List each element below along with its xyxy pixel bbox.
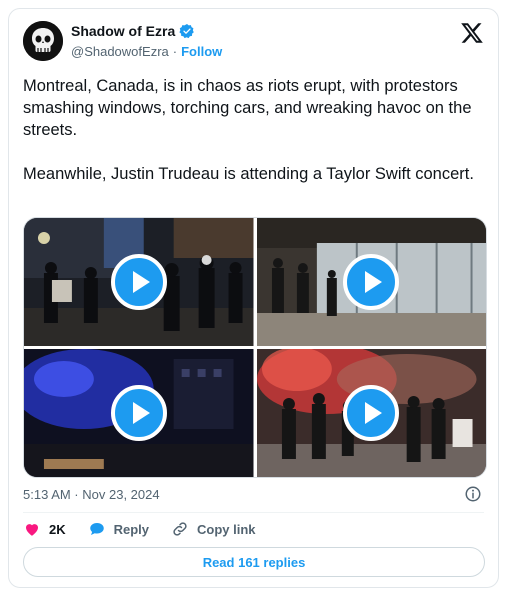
heart-icon (26, 524, 38, 536)
author-handle[interactable]: @ShadowofEzra (71, 44, 169, 59)
tweet-paragraph-2: Meanwhile, Justin Trudeau is attending a… (23, 165, 474, 183)
skull-logo-icon (23, 21, 63, 61)
reply-bubble-icon (89, 523, 104, 535)
x-logo-icon[interactable] (460, 21, 484, 45)
play-icon (365, 271, 383, 293)
separator-dot: · (172, 44, 178, 59)
avatar[interactable] (23, 21, 63, 61)
handle-row: @ShadowofEzra · Follow (71, 44, 222, 59)
action-bar: 2K Reply Copy link (23, 520, 256, 538)
read-replies-button[interactable]: Read 161 replies (23, 547, 485, 577)
video-thumbnail-3[interactable] (24, 349, 254, 477)
copy-link-label: Copy link (197, 521, 256, 537)
play-icon (365, 402, 383, 424)
timestamp[interactable]: 5:13 AM · Nov 23, 2024 (23, 487, 160, 502)
play-button-3[interactable] (110, 385, 167, 441)
link-icon (173, 522, 187, 536)
play-button-4[interactable] (343, 385, 400, 441)
tweet-card: Shadow of Ezra @ShadowofEzra · Follow Mo… (8, 8, 499, 588)
play-button-1[interactable] (110, 254, 167, 310)
video-thumbnail-1[interactable] (24, 218, 254, 346)
divider (23, 512, 484, 513)
author-name[interactable]: Shadow of Ezra (71, 23, 175, 39)
video-thumbnail-2[interactable] (256, 218, 486, 346)
tweet-text: Montreal, Canada, is in chaos as riots e… (23, 75, 483, 207)
reply-label: Reply (113, 521, 150, 537)
reply-button[interactable]: Reply (88, 520, 149, 538)
copy-link-button[interactable]: Copy link (171, 520, 256, 538)
like-count: 2K (49, 521, 66, 537)
video-thumbnail-4[interactable] (256, 349, 486, 477)
name-row: Shadow of Ezra (71, 23, 222, 39)
info-icon[interactable] (464, 485, 482, 503)
play-icon (132, 271, 150, 293)
media-grid (23, 217, 487, 478)
author-block: Shadow of Ezra @ShadowofEzra · Follow (71, 23, 222, 59)
play-button-2[interactable] (343, 254, 400, 310)
play-icon (132, 402, 150, 424)
tweet-paragraph-1: Montreal, Canada, is in chaos as riots e… (23, 77, 472, 139)
follow-button[interactable]: Follow (181, 44, 222, 59)
like-button[interactable]: 2K (23, 520, 66, 538)
verified-badge-icon (179, 24, 195, 39)
